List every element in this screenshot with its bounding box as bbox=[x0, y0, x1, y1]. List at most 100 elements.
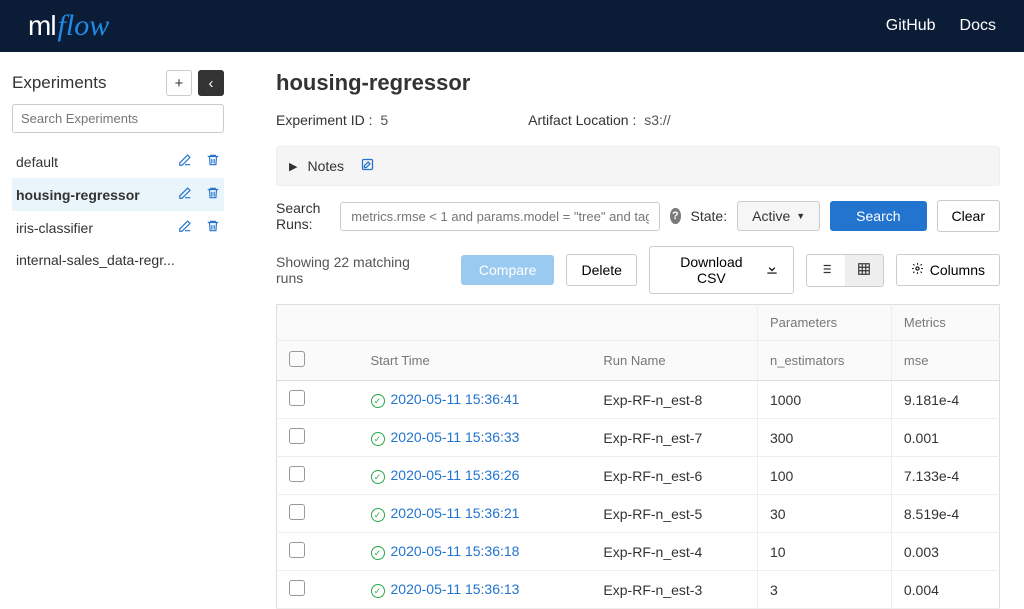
clear-button[interactable]: Clear bbox=[937, 200, 1000, 232]
n-estimators-cell: 1000 bbox=[757, 381, 891, 419]
row-checkbox[interactable] bbox=[289, 542, 305, 558]
mse-cell: 7.133e-4 bbox=[891, 457, 999, 495]
table-row: 2020-05-11 15:36:33 Exp-RF-n_est-7 300 0… bbox=[277, 419, 1000, 457]
status-ok-icon bbox=[371, 546, 385, 560]
search-experiments-input[interactable] bbox=[12, 104, 224, 133]
edit-notes-button[interactable] bbox=[360, 157, 375, 175]
table-row: 2020-05-11 15:36:21 Exp-RF-n_est-5 30 8.… bbox=[277, 495, 1000, 533]
download-csv-button[interactable]: Download CSV bbox=[649, 246, 794, 294]
mse-cell: 0.003 bbox=[891, 533, 999, 571]
run-start-time-link[interactable]: 2020-05-11 15:36:26 bbox=[391, 467, 520, 483]
n-estimators-cell: 300 bbox=[757, 419, 891, 457]
list-icon bbox=[819, 262, 833, 279]
metrics-group-header: Metrics bbox=[891, 305, 999, 341]
pencil-icon[interactable] bbox=[178, 186, 192, 203]
experiment-id-label: Experiment ID : bbox=[276, 112, 372, 128]
trash-icon[interactable] bbox=[206, 219, 220, 236]
collapse-sidebar-button[interactable]: ‹ bbox=[198, 70, 224, 96]
trash-icon[interactable] bbox=[206, 186, 220, 203]
compare-button[interactable]: Compare bbox=[461, 255, 555, 285]
caret-right-icon: ▶ bbox=[289, 160, 297, 173]
select-all-checkbox[interactable] bbox=[289, 351, 305, 367]
notes-panel[interactable]: ▶ Notes bbox=[276, 146, 1000, 186]
mse-cell: 0.004 bbox=[891, 571, 999, 609]
state-dropdown[interactable]: Active ▼ bbox=[737, 201, 820, 231]
run-name-cell: Exp-RF-n_est-5 bbox=[591, 495, 757, 533]
search-runs-row: Search Runs: ? State: Active ▼ Search Cle… bbox=[276, 200, 1000, 232]
run-start-time-link[interactable]: 2020-05-11 15:36:21 bbox=[391, 505, 520, 521]
status-ok-icon bbox=[371, 394, 385, 408]
logo: ml flow bbox=[28, 9, 109, 43]
run-name-cell: Exp-RF-n_est-3 bbox=[591, 571, 757, 609]
row-checkbox[interactable] bbox=[289, 466, 305, 482]
run-name-cell: Exp-RF-n_est-8 bbox=[591, 381, 757, 419]
logo-flow: flow bbox=[58, 9, 110, 43]
sidebar: Experiments + ‹ default housing-regresso… bbox=[0, 52, 236, 609]
table-row: 2020-05-11 15:36:18 Exp-RF-n_est-4 10 0.… bbox=[277, 533, 1000, 571]
table-row: 2020-05-11 15:36:26 Exp-RF-n_est-6 100 7… bbox=[277, 457, 1000, 495]
run-name-cell: Exp-RF-n_est-6 bbox=[591, 457, 757, 495]
action-row: Showing 22 matching runs Compare Delete … bbox=[276, 246, 1000, 294]
row-checkbox[interactable] bbox=[289, 428, 305, 444]
state-label: State: bbox=[691, 208, 728, 224]
col-start-time[interactable]: Start Time bbox=[359, 341, 592, 381]
n-estimators-cell: 30 bbox=[757, 495, 891, 533]
status-ok-icon bbox=[371, 432, 385, 446]
artifact-location-value: s3:// bbox=[644, 112, 670, 128]
sidebar-item-iris-classifier[interactable]: iris-classifier bbox=[12, 211, 224, 244]
n-estimators-cell: 10 bbox=[757, 533, 891, 571]
nav-docs[interactable]: Docs bbox=[960, 17, 996, 35]
experiment-list: default housing-regressor iris-classifie… bbox=[12, 145, 224, 276]
grid-icon bbox=[857, 262, 871, 279]
run-name-cell: Exp-RF-n_est-4 bbox=[591, 533, 757, 571]
n-estimators-cell: 3 bbox=[757, 571, 891, 609]
status-ok-icon bbox=[371, 508, 385, 522]
run-start-time-link[interactable]: 2020-05-11 15:36:41 bbox=[391, 391, 520, 407]
mse-cell: 9.181e-4 bbox=[891, 381, 999, 419]
logo-ml: ml bbox=[28, 10, 56, 42]
state-value: Active bbox=[752, 208, 790, 224]
row-checkbox[interactable] bbox=[289, 390, 305, 406]
run-start-time-link[interactable]: 2020-05-11 15:36:13 bbox=[391, 581, 520, 597]
pencil-icon[interactable] bbox=[178, 153, 192, 170]
runs-table: Parameters Metrics Start Time Run Name n… bbox=[276, 304, 1000, 609]
page-title: housing-regressor bbox=[276, 70, 1000, 96]
sidebar-item-default[interactable]: default bbox=[12, 145, 224, 178]
caret-down-icon: ▼ bbox=[796, 211, 805, 221]
header-nav: GitHub Docs bbox=[886, 17, 996, 35]
sidebar-item-housing-regressor[interactable]: housing-regressor bbox=[12, 178, 224, 211]
experiment-name: housing-regressor bbox=[16, 187, 178, 203]
search-runs-label: Search Runs: bbox=[276, 200, 330, 232]
nav-github[interactable]: GitHub bbox=[886, 17, 936, 35]
run-start-time-link[interactable]: 2020-05-11 15:36:33 bbox=[391, 429, 520, 445]
table-row: 2020-05-11 15:36:13 Exp-RF-n_est-3 3 0.0… bbox=[277, 571, 1000, 609]
help-icon[interactable]: ? bbox=[670, 208, 680, 224]
download-icon bbox=[765, 262, 779, 279]
run-start-time-link[interactable]: 2020-05-11 15:36:18 bbox=[391, 543, 520, 559]
table-row: 2020-05-11 15:36:41 Exp-RF-n_est-8 1000 … bbox=[277, 381, 1000, 419]
params-group-header: Parameters bbox=[757, 305, 891, 341]
pencil-icon[interactable] bbox=[178, 219, 192, 236]
artifact-location-label: Artifact Location : bbox=[528, 112, 636, 128]
columns-button[interactable]: Columns bbox=[896, 254, 1000, 286]
n-estimators-cell: 100 bbox=[757, 457, 891, 495]
row-checkbox[interactable] bbox=[289, 504, 305, 520]
experiment-name: internal-sales_data-regr... bbox=[16, 252, 220, 268]
list-view-button[interactable] bbox=[807, 255, 845, 286]
showing-text: Showing 22 matching runs bbox=[276, 254, 441, 286]
col-n-estimators[interactable]: n_estimators bbox=[757, 341, 891, 381]
col-run-name[interactable]: Run Name bbox=[591, 341, 757, 381]
col-mse[interactable]: mse bbox=[891, 341, 999, 381]
mse-cell: 8.519e-4 bbox=[891, 495, 999, 533]
search-runs-input[interactable] bbox=[340, 202, 660, 231]
add-experiment-button[interactable]: + bbox=[166, 70, 192, 96]
grid-view-button[interactable] bbox=[845, 255, 883, 286]
top-header: ml flow GitHub Docs bbox=[0, 0, 1024, 52]
trash-icon[interactable] bbox=[206, 153, 220, 170]
row-checkbox[interactable] bbox=[289, 580, 305, 596]
experiment-name: default bbox=[16, 154, 178, 170]
sidebar-item-internal-sales[interactable]: internal-sales_data-regr... bbox=[12, 244, 224, 276]
plus-icon: + bbox=[175, 75, 184, 92]
delete-button[interactable]: Delete bbox=[566, 254, 636, 286]
search-button[interactable]: Search bbox=[830, 201, 926, 231]
